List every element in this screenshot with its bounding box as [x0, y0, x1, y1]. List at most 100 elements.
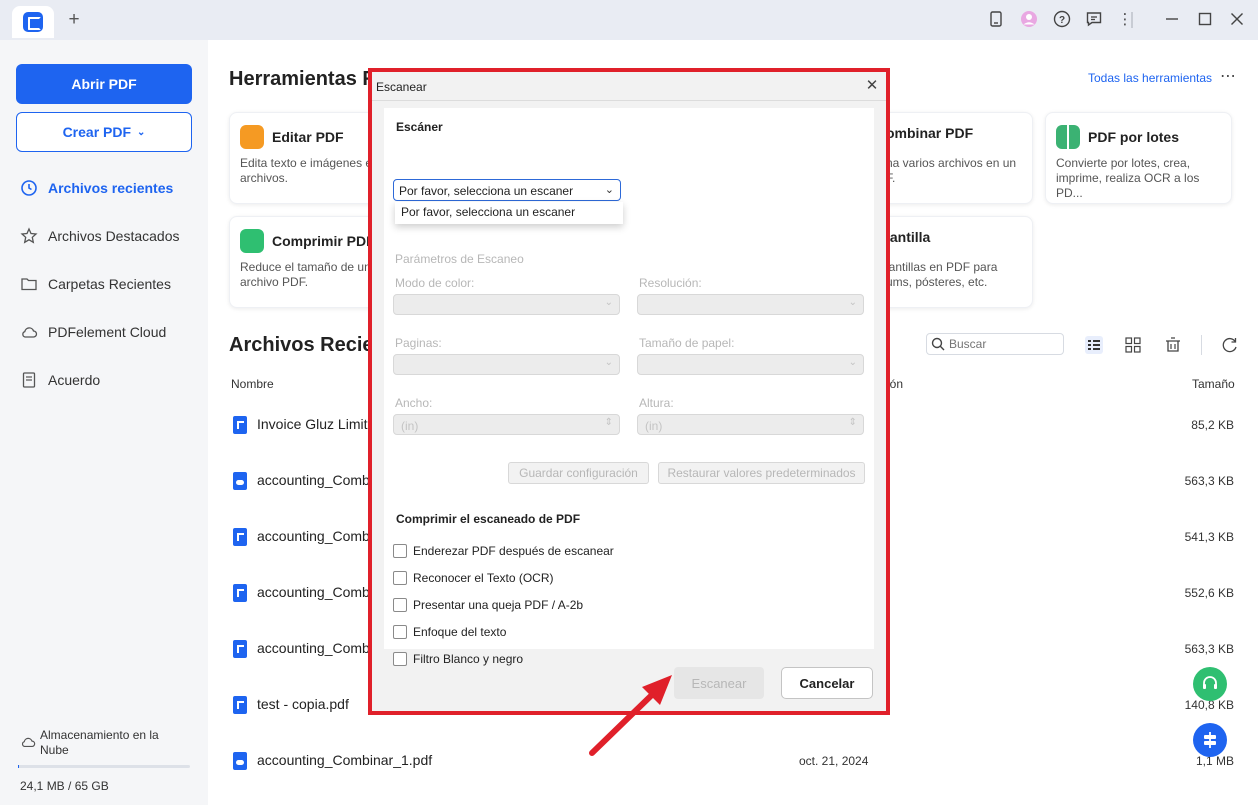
edit-pdf-icon	[240, 125, 264, 149]
file-name: accounting_Comb	[257, 528, 370, 544]
stepper-icon: ⇕	[848, 417, 857, 428]
more-icon[interactable]: ⋯	[1220, 66, 1237, 86]
checkbox[interactable]	[393, 544, 407, 558]
assistant-button[interactable]	[1193, 723, 1227, 757]
chevron-down-icon: ⌄	[848, 357, 857, 368]
option-text-focus[interactable]: Enfoque del texto	[393, 625, 506, 639]
scan-settings-panel: Escáner Por favor, selecciona un escaner…	[384, 108, 886, 666]
dialog-divider	[372, 100, 886, 101]
storage-progress-fill	[18, 765, 19, 768]
checkbox[interactable]	[393, 598, 407, 612]
trash-icon[interactable]	[1163, 335, 1183, 355]
option-label: Reconocer el Texto (OCR)	[413, 571, 554, 585]
column-header-size[interactable]: Tamaño	[1192, 377, 1235, 391]
book-icon[interactable]	[986, 10, 1006, 30]
cloud-file-icon	[233, 752, 247, 770]
resolution-select[interactable]: ⌄	[637, 294, 864, 315]
resolution-label: Resolución:	[639, 276, 702, 290]
pdfelement-logo-icon	[23, 12, 43, 32]
card-title: PDF por lotes	[1088, 129, 1180, 145]
sidebar-item-recent-folders[interactable]: Carpetas Recientes	[20, 272, 200, 296]
grid-view-icon[interactable]	[1123, 335, 1143, 355]
search-box[interactable]	[926, 333, 1064, 355]
height-stepper[interactable]: (in) ⇕	[637, 414, 864, 435]
stepper-icon: ⇕	[604, 417, 613, 428]
option-label: Enderezar PDF después de escanear	[413, 544, 614, 558]
file-name: Invoice Gluz Limite	[257, 416, 376, 432]
home-tab[interactable]	[12, 6, 54, 38]
sidebar-item-recent-files[interactable]: Archivos recientes	[20, 176, 200, 200]
refresh-icon[interactable]	[1220, 335, 1240, 355]
file-size: 85,2 KB	[1191, 418, 1234, 432]
chevron-down-icon: ⌄	[137, 126, 146, 138]
option-pdfa[interactable]: Presentar una queja PDF / A-2b	[393, 598, 583, 612]
close-icon[interactable]: ✕	[864, 78, 880, 94]
width-label: Ancho:	[395, 396, 433, 410]
cloud-storage-label: Almacenamiento en la Nube	[20, 728, 180, 758]
width-stepper[interactable]: (in) ⇕	[393, 414, 620, 435]
checkbox[interactable]	[393, 625, 407, 639]
card-title: Comprimir PDF	[272, 233, 375, 249]
checkbox[interactable]	[393, 652, 407, 666]
scanner-select[interactable]: Por favor, selecciona un escaner ⌄	[393, 179, 621, 201]
search-input[interactable]	[949, 337, 1059, 351]
new-tab-icon[interactable]: +	[64, 9, 84, 31]
minimize-icon[interactable]	[1162, 10, 1182, 30]
restore-defaults-button[interactable]: Restaurar valores predeterminados	[658, 462, 865, 484]
storage-label-text: Almacenamiento en la Nube	[40, 728, 159, 757]
star-icon	[20, 227, 38, 244]
create-pdf-label: Crear PDF	[62, 124, 132, 140]
scan-dialog: Escanear ✕ Escáner Por favor, selecciona…	[372, 72, 886, 711]
recent-files-heading: Archivos Recien	[229, 334, 386, 356]
card-description: Convierte por lotes, crea, imprime, real…	[1056, 156, 1200, 200]
option-label: Filtro Blanco y negro	[413, 652, 524, 666]
scanner-label: Escáner	[396, 120, 443, 134]
support-button[interactable]	[1193, 667, 1227, 701]
color-mode-select[interactable]: ⌄	[393, 294, 620, 315]
file-name: accounting_Comb	[257, 584, 370, 600]
card-title: lantilla	[886, 229, 931, 245]
paper-size-label: Tamaño de papel:	[639, 336, 735, 350]
pages-select[interactable]: ⌄	[393, 354, 620, 375]
scanner-dropdown-option[interactable]: Por favor, selecciona un escaner	[395, 202, 623, 224]
height-label: Altura:	[639, 396, 674, 410]
sidebar-item-cloud[interactable]: PDFelement Cloud	[20, 320, 200, 344]
chevron-down-icon: ⌄	[604, 184, 614, 196]
close-icon[interactable]	[1227, 10, 1247, 30]
sidebar-item-label: Archivos Destacados	[48, 228, 180, 244]
all-tools-link[interactable]: Todas las herramientas	[1088, 71, 1212, 85]
save-config-button[interactable]: Guardar configuración	[508, 462, 649, 484]
column-header-name[interactable]: Nombre	[231, 377, 274, 391]
document-icon	[22, 372, 36, 388]
sidebar-item-starred-files[interactable]: Archivos Destacados	[20, 224, 200, 248]
sidebar-item-agreement[interactable]: Acuerdo	[20, 368, 200, 392]
open-pdf-button[interactable]: Abrir PDF	[16, 64, 192, 104]
sidebar-item-label: Acuerdo	[48, 372, 101, 388]
headset-icon	[1203, 676, 1217, 689]
avatar[interactable]	[1019, 10, 1039, 30]
feedback-icon[interactable]	[1084, 10, 1104, 30]
checkbox[interactable]	[393, 571, 407, 585]
grid-icon	[1056, 125, 1080, 149]
pages-label: Paginas:	[395, 336, 442, 350]
card-description: na varios archivos en un F.	[886, 156, 1017, 185]
help-icon[interactable]: ?	[1052, 10, 1072, 30]
file-size: 552,6 KB	[1184, 586, 1234, 600]
option-bw-filter[interactable]: Filtro Blanco y negro	[393, 652, 523, 666]
maximize-icon[interactable]	[1195, 10, 1215, 30]
option-deskew[interactable]: Enderezar PDF después de escanear	[393, 544, 614, 558]
pdf-file-icon	[233, 584, 247, 602]
chevron-down-icon: ⌄	[848, 297, 857, 308]
create-pdf-button[interactable]: Crear PDF ⌄	[16, 112, 192, 152]
table-row[interactable]: accounting_Combinar_1.pdf oct. 21, 2024 …	[208, 752, 1258, 805]
pdf-file-icon	[233, 696, 247, 714]
option-ocr[interactable]: Reconocer el Texto (OCR)	[393, 571, 554, 585]
paper-size-select[interactable]: ⌄	[637, 354, 864, 375]
tools-heading: Herramientas R	[229, 68, 377, 90]
storage-progress-bar	[18, 765, 190, 768]
cancel-button[interactable]: Cancelar	[781, 667, 873, 699]
file-name: accounting_Comb	[257, 472, 370, 488]
list-view-icon[interactable]	[1084, 335, 1104, 355]
tool-card-batch-pdf[interactable]: PDF por lotes Convierte por lotes, crea,…	[1045, 112, 1232, 204]
compress-icon	[240, 229, 264, 253]
